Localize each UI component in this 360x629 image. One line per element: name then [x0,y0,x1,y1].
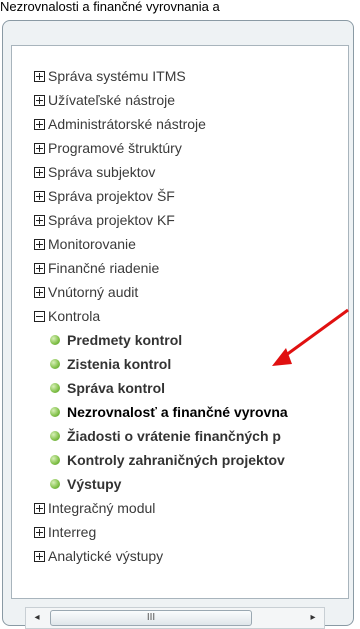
collapse-icon[interactable] [34,310,45,322]
tree-item-label: Správa projektov KF [48,212,175,228]
tree-item-label: Analytické výstupy [48,548,164,564]
tree-item-administratorske-nastroje[interactable]: Administrátorské nástroje [34,112,288,136]
tree-subitem-label: Zistenia kontrol [67,356,172,372]
tree-item-vnutorny-audit[interactable]: Vnútorný audit [34,280,288,304]
tree-item-sprava-systemu-itms[interactable]: Správa systému ITMS [34,64,288,88]
expand-icon[interactable] [34,190,45,202]
horizontal-scrollbar[interactable]: ◂ III ▸ [25,607,325,629]
expand-icon[interactable] [34,526,45,538]
annotation-arrow-icon [272,308,349,366]
expand-icon[interactable] [34,502,45,514]
tree-item-label: Interreg [48,524,97,540]
tree-item-monitorovanie[interactable]: Monitorovanie [34,232,288,256]
tree-item-label: Užívateľské nástroje [48,92,176,108]
tree-item-label: Monitorovanie [48,236,136,252]
tree-subitem-predmety-kontrol[interactable]: Predmety kontrol [34,328,288,352]
tree-subitem-nezrovnalost[interactable]: Nezrovnalosť a finančné vyrovna [34,400,288,424]
tree-item-label: Správa systému ITMS [48,68,186,84]
window-caption: Nezrovnalosti a finančné vyrovnania a [0,0,220,14]
tree-item-label: Správa projektov ŠF [48,188,175,204]
scroll-right-icon[interactable]: ▸ [306,611,320,625]
expand-icon[interactable] [34,166,45,178]
tree-item-integracny-modul[interactable]: Integračný modul [34,496,288,520]
expand-icon[interactable] [34,286,45,298]
tree-item-sprava-projektov-sf[interactable]: Správa projektov ŠF [34,184,288,208]
tree-list: Správa systému ITMS Užívateľské nástroje… [34,64,288,568]
tree-subitem-label: Žiadosti o vrátenie finančných p [67,428,281,444]
bullet-icon [50,431,60,441]
tree-item-sprava-projektov-kf[interactable]: Správa projektov KF [34,208,288,232]
tree-subitem-zistenia-kontrol[interactable]: Zistenia kontrol [34,352,288,376]
tree-subitem-ziadosti-o-vratenie[interactable]: Žiadosti o vrátenie finančných p [34,424,288,448]
tree-subitem-label: Správa kontrol [67,380,166,396]
expand-icon[interactable] [34,142,45,154]
bullet-icon [50,359,60,369]
tree-item-sprava-subjektov[interactable]: Správa subjektov [34,160,288,184]
bullet-icon [50,407,60,417]
tree-item-label: Integračný modul [48,500,156,516]
expand-icon[interactable] [34,262,45,274]
expand-icon[interactable] [34,94,45,106]
bullet-icon [50,383,60,393]
scrollbar-thumb[interactable]: III [50,610,252,626]
bullet-icon [50,335,60,345]
tree-item-financne-riadenie[interactable]: Finančné riadenie [34,256,288,280]
expand-icon[interactable] [34,550,45,562]
tree-item-label: Finančné riadenie [48,260,160,276]
tree-subitem-sprava-kontrol[interactable]: Správa kontrol [34,376,288,400]
tree-subitem-label: Nezrovnalosť a finančné vyrovna [67,404,288,420]
tree-item-programove-struktury[interactable]: Programové štruktúry [34,136,288,160]
tree-subitem-kontroly-zahranicnych[interactable]: Kontroly zahraničných projektov [34,448,288,472]
tree-subitem-label: Kontroly zahraničných projektov [67,452,285,468]
scroll-left-icon[interactable]: ◂ [30,611,44,625]
tree-item-interreg[interactable]: Interreg [34,520,288,544]
bullet-icon [50,455,60,465]
expand-icon[interactable] [34,238,45,250]
tree-item-label: Vnútorný audit [48,284,139,300]
tree-item-label: Kontrola [48,308,101,324]
expand-icon[interactable] [34,214,45,226]
tree-item-kontrola[interactable]: Kontrola [34,304,288,328]
tree-item-label: Programové štruktúry [48,140,182,156]
tree-item-label: Správa subjektov [48,164,156,180]
tree-subitem-vystupy[interactable]: Výstupy [34,472,288,496]
expand-icon[interactable] [34,118,45,130]
tree-subitem-label: Predmety kontrol [67,332,183,348]
bullet-icon [50,479,60,489]
tree-item-analyticke-vystupy[interactable]: Analytické výstupy [34,544,288,568]
tree-item-uzivatelske-nastroje[interactable]: Užívateľské nástroje [34,88,288,112]
tree-item-label: Administrátorské nástroje [48,116,206,132]
expand-icon[interactable] [34,70,45,82]
tree-subitem-label: Výstupy [67,476,122,492]
